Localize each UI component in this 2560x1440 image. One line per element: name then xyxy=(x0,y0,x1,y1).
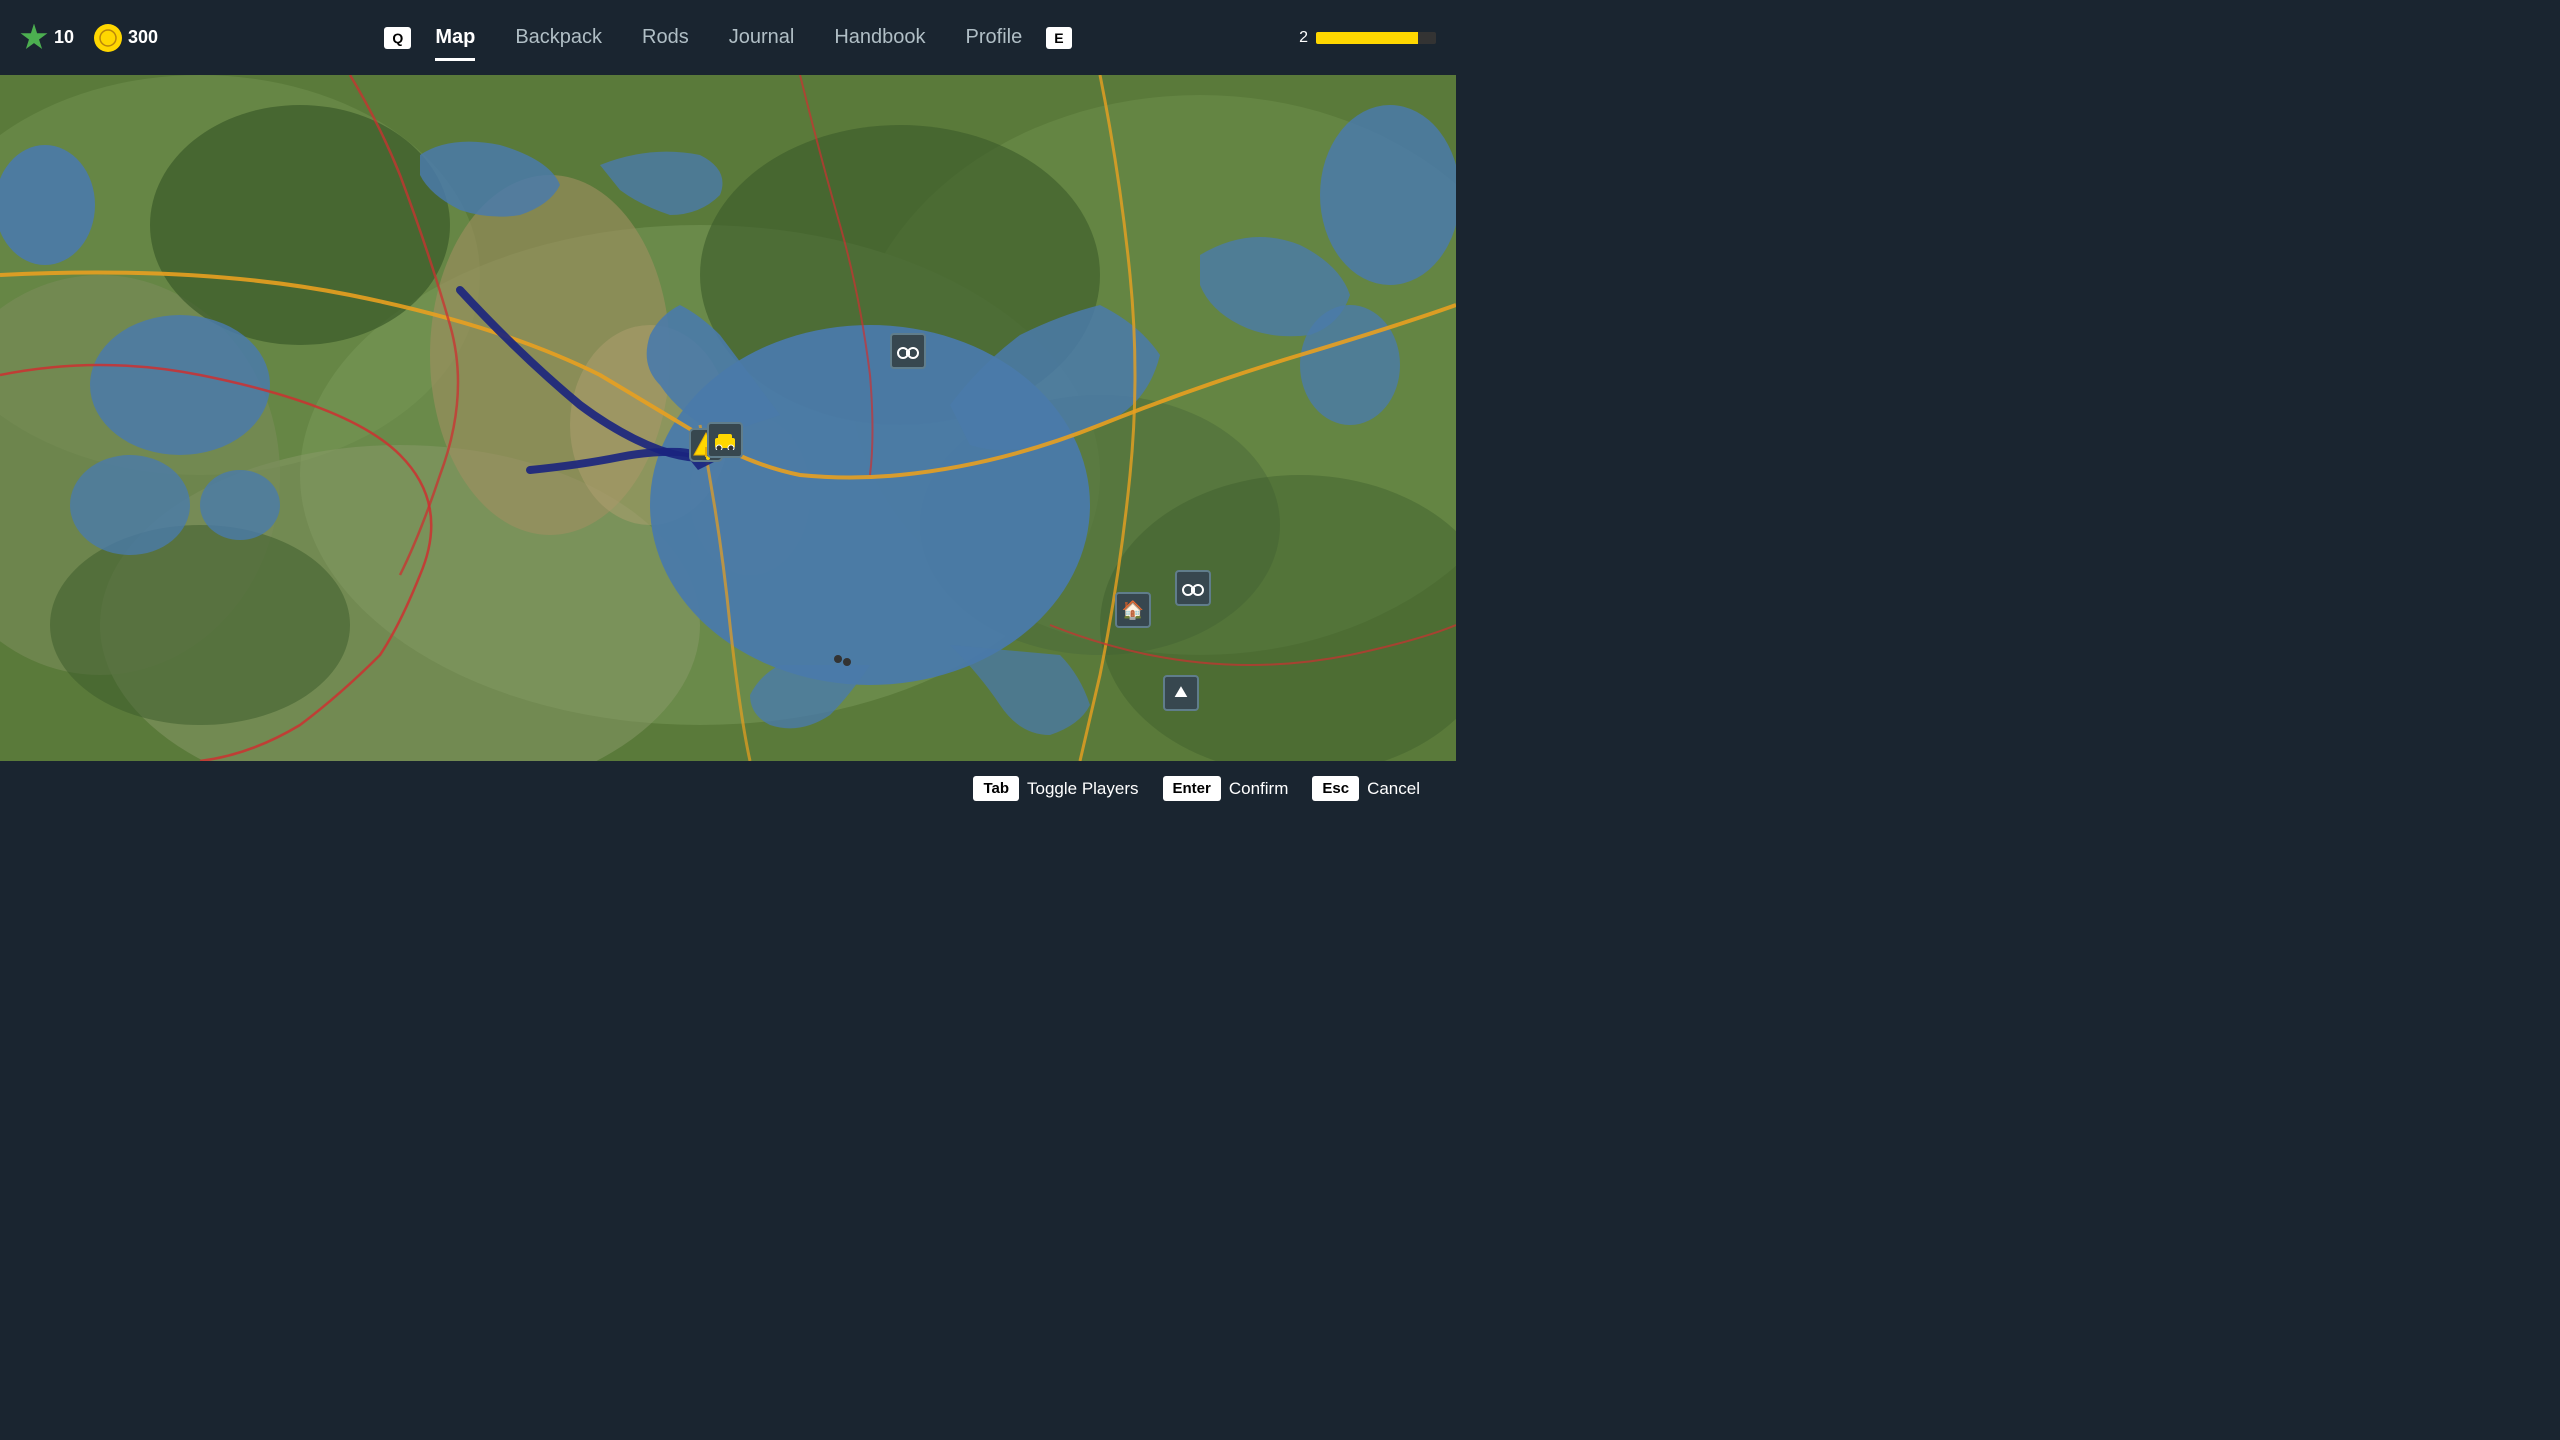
key-e-badge: E xyxy=(1046,27,1071,49)
health-bar-container xyxy=(1316,32,1436,44)
coins-value: 300 xyxy=(128,27,158,48)
dot-marker-2 xyxy=(843,658,851,666)
tab-rods[interactable]: Rods xyxy=(626,18,705,57)
bottom-action-bar: Tab Toggle Players Enter Confirm Esc Can… xyxy=(0,761,1456,816)
tab-backpack[interactable]: Backpack xyxy=(499,18,618,57)
stars-value: 10 xyxy=(54,27,74,48)
star-icon xyxy=(20,24,48,52)
health-fill xyxy=(1316,32,1418,44)
enter-key-badge: Enter xyxy=(1163,776,1221,801)
toggle-players-label: Toggle Players xyxy=(1027,779,1139,799)
health-bar xyxy=(1316,32,1436,44)
cancel-label: Cancel xyxy=(1367,779,1420,799)
binoculars-icon-1 xyxy=(890,333,926,369)
tab-profile[interactable]: Profile xyxy=(950,18,1039,57)
binoculars-marker-1[interactable] xyxy=(890,333,926,369)
map-container[interactable]: 🏠 ⛰ xyxy=(0,75,1456,761)
map-background: 🏠 ⛰ xyxy=(0,75,1456,761)
binoculars-marker-2[interactable] xyxy=(1175,570,1211,606)
coin-icon xyxy=(94,24,122,52)
tab-map[interactable]: Map xyxy=(419,18,491,57)
tab-handbook[interactable]: Handbook xyxy=(818,18,941,57)
home-marker[interactable]: 🏠 xyxy=(1115,592,1151,628)
tab-key-badge: Tab xyxy=(973,776,1019,801)
stars-stat: 10 xyxy=(20,24,74,52)
home-icon: 🏠 xyxy=(1115,592,1151,628)
dot-marker-1 xyxy=(834,655,842,663)
toggle-players-action: Tab Toggle Players xyxy=(973,776,1154,801)
vehicle-icon xyxy=(707,422,743,458)
confirm-label: Confirm xyxy=(1229,779,1289,799)
mountain-marker[interactable]: ⛰ xyxy=(1163,675,1199,711)
top-bar-right: 2 xyxy=(1299,29,1436,47)
stats-area: 10 300 xyxy=(20,24,158,52)
esc-key-badge: Esc xyxy=(1312,776,1359,801)
nav-tabs: Q MapBackpackRodsJournalHandbookProfile E xyxy=(384,18,1071,57)
binoculars-icon-2 xyxy=(1175,570,1211,606)
mountain-icon: ⛰ xyxy=(1163,675,1199,711)
top-navigation-bar: 10 300 Q MapBackpackRodsJournalHandbookPr… xyxy=(0,0,1456,75)
confirm-action: Enter Confirm xyxy=(1163,776,1305,801)
key-q-badge: Q xyxy=(384,27,411,49)
map-svg xyxy=(0,75,1456,761)
cancel-action: Esc Cancel xyxy=(1312,776,1436,801)
player-count: 2 xyxy=(1299,29,1308,47)
tab-journal[interactable]: Journal xyxy=(713,18,811,57)
coins-stat: 300 xyxy=(94,24,158,52)
